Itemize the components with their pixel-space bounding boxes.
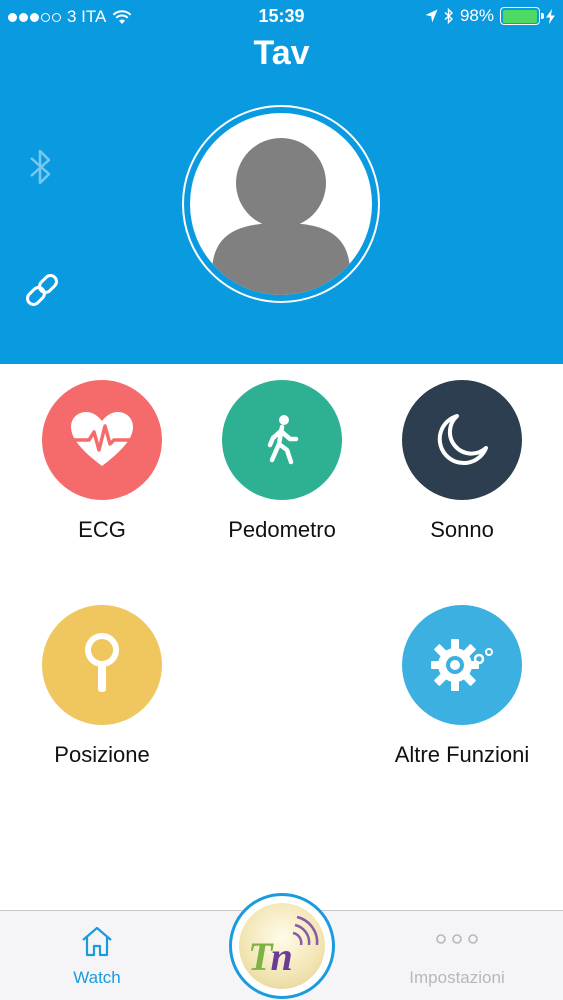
center-logo-button[interactable]: Tn bbox=[229, 893, 335, 999]
tab-watch[interactable]: Watch bbox=[17, 911, 177, 1000]
ecg-button[interactable]: ECG bbox=[22, 380, 182, 543]
bluetooth-status-icon bbox=[444, 8, 453, 24]
gear-icon bbox=[431, 639, 493, 691]
location-arrow-icon bbox=[425, 9, 438, 23]
position-button[interactable]: Posizione bbox=[22, 605, 182, 768]
battery-percent: 98% bbox=[459, 6, 494, 25]
status-bar: 3 ITA 15:39 98% bbox=[0, 0, 563, 34]
tab-settings[interactable]: Impostazioni bbox=[377, 911, 537, 1000]
battery-icon bbox=[500, 7, 544, 25]
page-title: Tav bbox=[253, 34, 310, 72]
profile-header: 3 ITA 15:39 98% Tav bbox=[0, 0, 563, 364]
heart-ecg-icon bbox=[71, 412, 133, 466]
position-label: Posizione bbox=[54, 742, 150, 767]
other-functions-label: Altre Funzioni bbox=[394, 742, 530, 767]
pedometer-button[interactable]: Pedometro bbox=[202, 380, 362, 543]
location-pin-icon bbox=[85, 633, 119, 692]
link-icon[interactable] bbox=[22, 270, 62, 310]
position-circle bbox=[42, 605, 162, 725]
other-functions-button[interactable]: Altre Funzioni bbox=[382, 605, 542, 768]
sleep-button[interactable]: Sonno bbox=[382, 380, 542, 543]
avatar[interactable] bbox=[190, 113, 372, 295]
battery-level bbox=[502, 9, 537, 23]
pedometer-label: Pedometro bbox=[228, 517, 336, 542]
more-dots-icon bbox=[436, 934, 478, 944]
person-silhouette-icon bbox=[212, 138, 350, 295]
home-icon bbox=[82, 926, 112, 957]
logo-text: Tn bbox=[248, 934, 293, 979]
other-functions-circle bbox=[402, 605, 522, 725]
status-right: 98% bbox=[425, 6, 555, 26]
sleep-label: Sonno bbox=[430, 517, 494, 542]
sleep-circle bbox=[402, 380, 522, 500]
ecg-circle bbox=[42, 380, 162, 500]
pedometer-circle bbox=[222, 380, 342, 500]
bluetooth-icon[interactable] bbox=[28, 148, 54, 186]
charging-bolt-icon bbox=[546, 8, 555, 24]
moon-icon bbox=[437, 414, 488, 466]
walking-person-icon bbox=[267, 415, 299, 465]
ecg-label: ECG bbox=[78, 517, 126, 542]
tab-watch-label: Watch bbox=[73, 968, 121, 987]
battery-tip bbox=[541, 13, 544, 19]
tab-settings-label: Impostazioni bbox=[409, 968, 505, 987]
app-logo: Tn bbox=[239, 903, 325, 989]
